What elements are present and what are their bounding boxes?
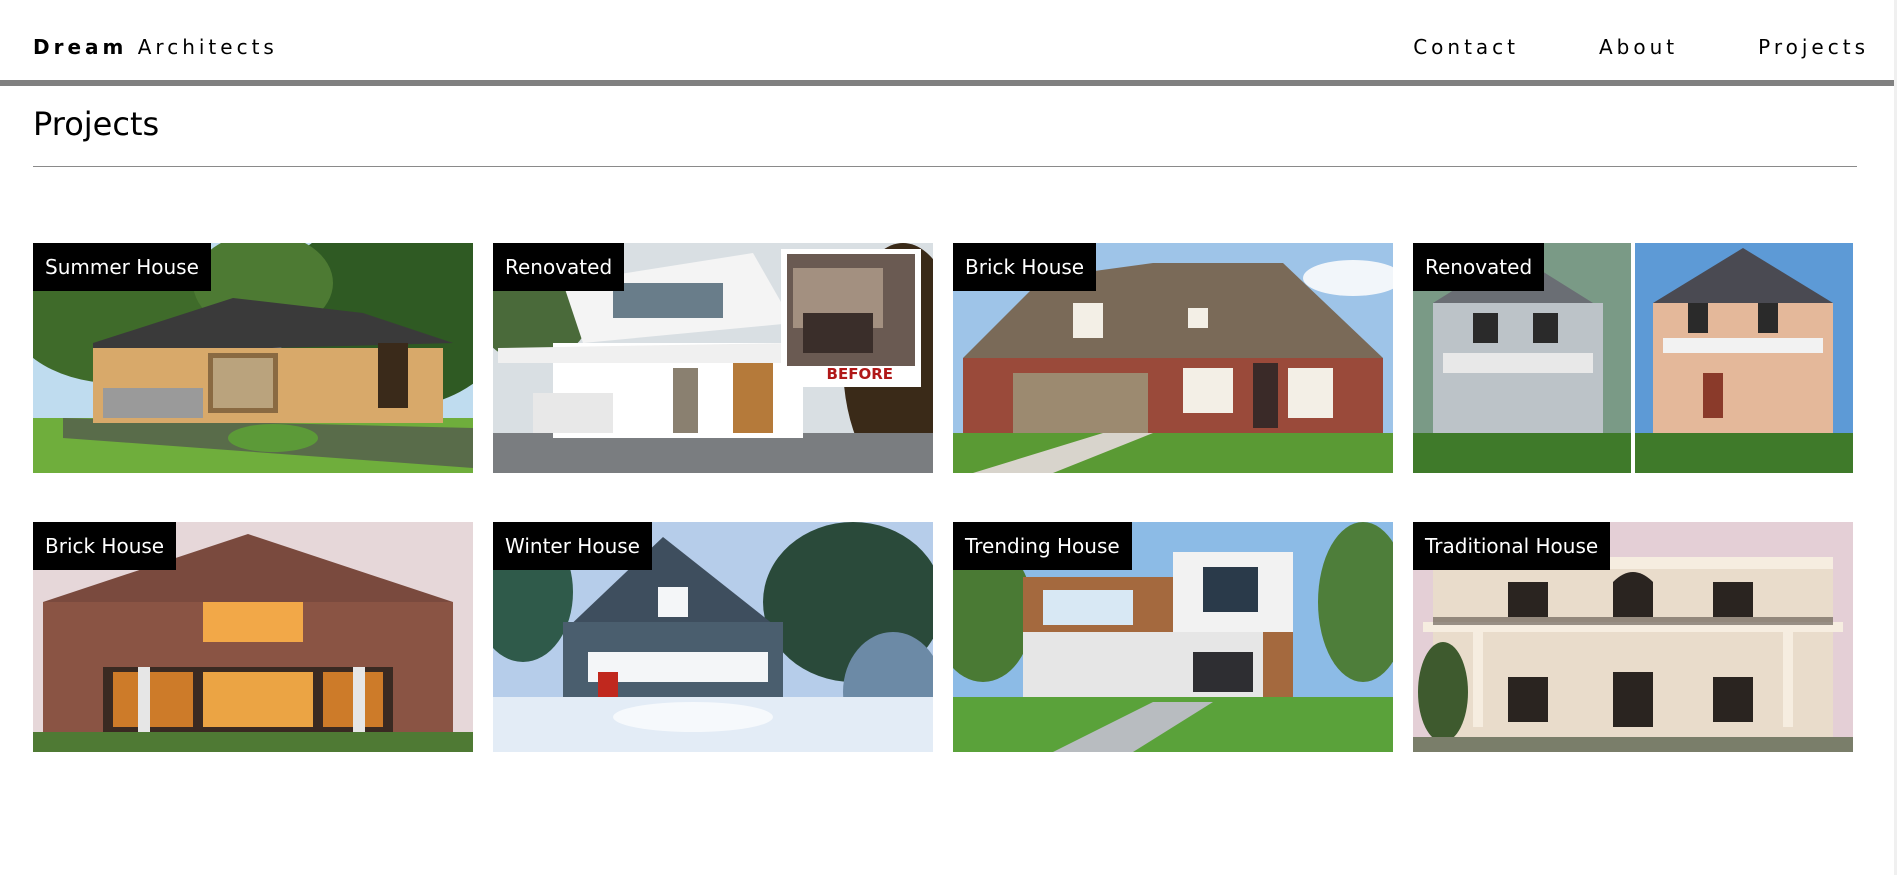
project-label: Brick House bbox=[953, 243, 1097, 291]
top-navbar: Dream Architects Contact About Projects bbox=[0, 0, 1895, 86]
brand-logo[interactable]: Dream Architects bbox=[33, 35, 278, 59]
project-card-traditional-house[interactable]: Traditional House bbox=[1413, 522, 1853, 752]
title-divider bbox=[33, 166, 1857, 167]
project-card-brick-house[interactable]: Brick House bbox=[953, 243, 1393, 473]
before-badge: BEFORE bbox=[827, 365, 893, 383]
project-card-winter-house[interactable]: Winter House bbox=[493, 522, 933, 752]
main-nav: Contact About Projects bbox=[1413, 35, 1869, 59]
brand-name-bold: Dream bbox=[33, 35, 128, 59]
nav-link-contact[interactable]: Contact bbox=[1413, 35, 1519, 59]
brand-name-rest: Architects bbox=[137, 35, 278, 59]
project-card-renovated-modern[interactable]: BEFORE Renovated bbox=[493, 243, 933, 473]
project-label: Traditional House bbox=[1413, 522, 1611, 570]
project-label: Renovated bbox=[493, 243, 625, 291]
project-label: Trending House bbox=[953, 522, 1132, 570]
project-card-summer-house[interactable]: Summer House bbox=[33, 243, 473, 473]
project-card-brick-house-modern[interactable]: Brick House bbox=[33, 522, 473, 752]
nav-link-projects[interactable]: Projects bbox=[1758, 35, 1869, 59]
project-label: Renovated bbox=[1413, 243, 1545, 291]
project-label: Summer House bbox=[33, 243, 211, 291]
project-label: Brick House bbox=[33, 522, 177, 570]
project-card-trending-house[interactable]: Trending House bbox=[953, 522, 1393, 752]
project-card-renovated-before-after[interactable]: Renovated bbox=[1413, 243, 1853, 473]
project-label: Winter House bbox=[493, 522, 652, 570]
nav-link-about[interactable]: About bbox=[1599, 35, 1678, 59]
page-title: Projects bbox=[33, 105, 160, 143]
